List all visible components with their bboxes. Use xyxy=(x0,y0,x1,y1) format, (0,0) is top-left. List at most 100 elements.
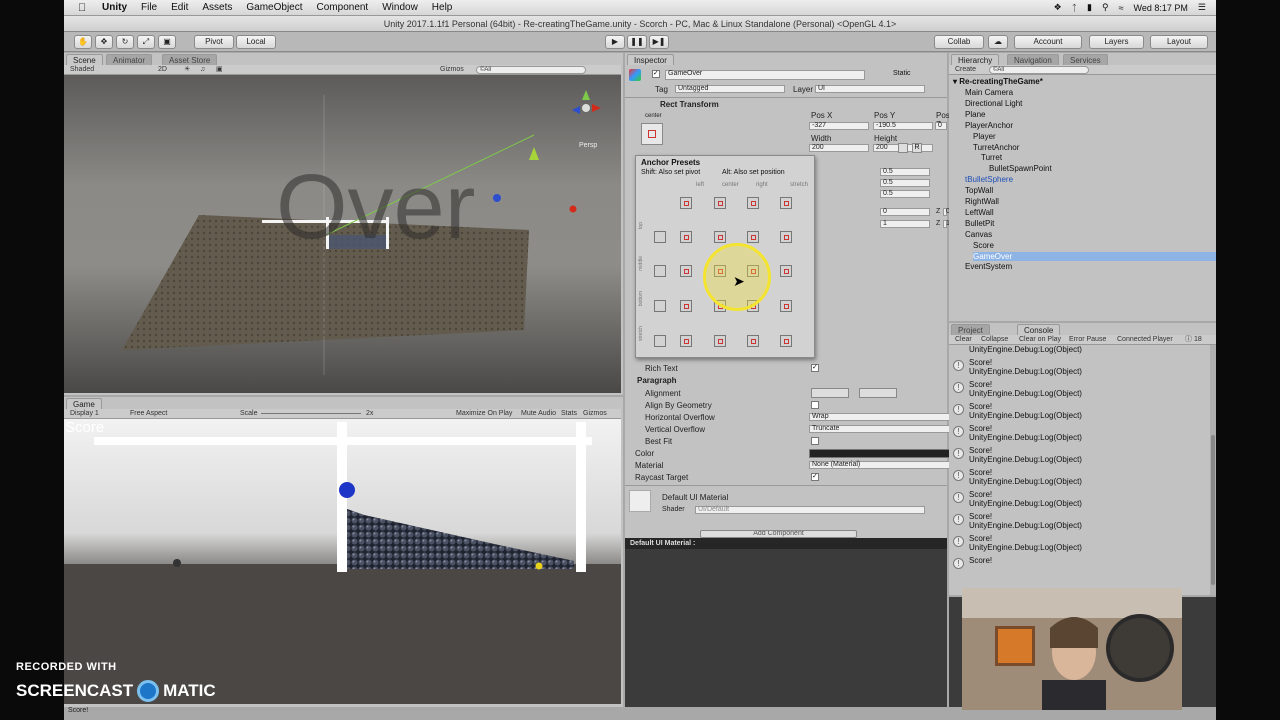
console-entry[interactable]: ! Score! UnityEngine.Debug:Log(Object) xyxy=(949,444,1209,466)
menu-help[interactable]: Help xyxy=(432,2,453,13)
pivot-toggle[interactable]: Pivot xyxy=(194,35,234,49)
wifi-icon[interactable]: ≈ xyxy=(1119,3,1124,13)
rich-text-checkbox[interactable]: ✓ xyxy=(811,364,819,372)
battery-icon[interactable]: ▮ xyxy=(1087,2,1092,13)
clock[interactable]: Wed 8:17 PM xyxy=(1134,3,1188,13)
hierarchy-item[interactable]: BulletSpawnPoint xyxy=(989,164,1052,173)
hierarchy-item[interactable]: Turret xyxy=(981,153,1002,162)
anchor-preset-cell[interactable] xyxy=(674,259,700,285)
scale-z-field[interactable]: 1 xyxy=(943,220,950,228)
hierarchy-item[interactable]: RightWall xyxy=(965,197,999,206)
hierarchy-item[interactable]: Player xyxy=(973,132,996,141)
anchor-max-y-field[interactable]: 0.5 xyxy=(880,179,930,187)
hierarchy-item[interactable]: TurretAnchor xyxy=(973,143,1019,152)
hierarchy-item[interactable]: Plane xyxy=(965,110,985,119)
console-entry[interactable]: ! Score! UnityEngine.Debug:Log(Object) xyxy=(949,400,1209,422)
console-entry-partial[interactable]: UnityEngine.Debug:Log(Object) xyxy=(969,345,1082,354)
hierarchy-item[interactable]: Main Camera xyxy=(965,88,1013,97)
step-button[interactable]: ▶❚ xyxy=(649,35,669,49)
hierarchy-item[interactable]: BulletPit xyxy=(965,219,994,228)
tab-inspector[interactable]: Inspector xyxy=(627,54,674,65)
console-entry[interactable]: ! Score! UnityEngine.Debug:Log(Object) xyxy=(949,510,1209,532)
scale-slider[interactable] xyxy=(261,413,361,414)
aspect-dropdown[interactable]: Free Aspect xyxy=(130,409,167,419)
console-entry[interactable]: ! Score! UnityEngine.Debug:Log(Object) xyxy=(949,378,1209,400)
active-checkbox[interactable]: ✓ xyxy=(652,70,660,78)
anchor-preset-cell[interactable] xyxy=(708,329,734,355)
hierarchy-item[interactable]: LeftWall xyxy=(965,208,994,217)
raw-edit-button[interactable]: R xyxy=(912,143,922,153)
effects-icon[interactable]: ▣ xyxy=(216,65,223,75)
width-field[interactable]: 200 xyxy=(809,144,869,152)
console-entry[interactable]: ! Score! UnityEngine.Debug:Log(Object) xyxy=(949,488,1209,510)
dropbox-icon[interactable]: ❖ xyxy=(1054,2,1062,13)
scene-viewport[interactable]: Over Persp xyxy=(64,75,621,393)
rotation-z-field[interactable]: 0 xyxy=(943,208,950,216)
scale-y-field[interactable]: 1 xyxy=(880,220,930,228)
static-toggle[interactable]: Static xyxy=(893,70,911,77)
local-toggle[interactable]: Local xyxy=(236,35,276,49)
mode-2d-toggle[interactable]: 2D xyxy=(158,65,167,75)
tab-scene[interactable]: Scene xyxy=(66,54,103,65)
hierarchy-item[interactable]: Score xyxy=(973,241,994,250)
posz-field[interactable]: 0 xyxy=(935,122,947,130)
vertical-alignment-buttons[interactable] xyxy=(859,388,897,398)
rotate-tool-icon[interactable]: ↻ xyxy=(116,35,134,49)
log-count-badge[interactable]: ⓘ 18 xyxy=(1185,335,1202,345)
hierarchy-search-input[interactable]: ©All xyxy=(989,66,1089,74)
anchor-preset-cell[interactable] xyxy=(708,191,734,217)
rect-tool-icon[interactable]: ▣ xyxy=(158,35,176,49)
anchor-preset-cell[interactable] xyxy=(741,329,767,355)
anchor-preset-cell[interactable] xyxy=(648,294,674,320)
game-gizmos-dropdown[interactable]: Gizmos xyxy=(583,409,607,419)
error-pause-toggle[interactable]: Error Pause xyxy=(1069,335,1106,345)
anchor-preset-cell[interactable] xyxy=(674,225,700,251)
anchor-preset-cell[interactable] xyxy=(674,191,700,217)
menu-window[interactable]: Window xyxy=(382,2,418,13)
tab-game[interactable]: Game xyxy=(66,398,102,409)
scale-tool-icon[interactable]: ⤢ xyxy=(137,35,155,49)
anchor-preset-cell[interactable] xyxy=(774,294,800,320)
account-dropdown[interactable]: Account xyxy=(1014,35,1082,49)
anchor-preset-button[interactable] xyxy=(641,123,663,145)
tab-asset-store[interactable]: Asset Store xyxy=(162,54,218,65)
collapse-toggle[interactable]: Collapse xyxy=(981,335,1008,345)
posx-field[interactable]: -327 xyxy=(809,122,869,130)
posy-field[interactable]: -190.5 xyxy=(873,122,933,130)
layout-dropdown[interactable]: Layout xyxy=(1150,35,1208,49)
console-entry[interactable]: ! Score! UnityEngine.Debug:Log(Object) xyxy=(949,466,1209,488)
menu-edit[interactable]: Edit xyxy=(171,2,188,13)
gizmos-dropdown[interactable]: Gizmos xyxy=(440,65,464,75)
tab-console[interactable]: Console xyxy=(1017,324,1061,335)
hierarchy-item[interactable]: EventSystem xyxy=(965,262,1012,271)
anchor-preset-cell[interactable] xyxy=(774,225,800,251)
add-component-button[interactable]: Add Component xyxy=(700,530,857,538)
move-tool-icon[interactable]: ✥ xyxy=(95,35,113,49)
scene-search-input[interactable]: ©All xyxy=(476,66,586,74)
shader-dropdown[interactable]: UI/Default xyxy=(695,506,925,514)
menu-component[interactable]: Component xyxy=(317,2,369,13)
pivot-y-field[interactable]: 0.5 xyxy=(880,190,930,198)
hierarchy-item[interactable]: Canvas xyxy=(965,230,992,239)
raycast-checkbox[interactable]: ✓ xyxy=(811,473,819,481)
anchor-preset-cell[interactable] xyxy=(674,329,700,355)
align-geometry-checkbox[interactable] xyxy=(811,401,819,409)
best-fit-checkbox[interactable] xyxy=(811,437,819,445)
anchor-preset-cell[interactable] xyxy=(648,259,674,285)
create-dropdown[interactable]: Create xyxy=(955,65,976,75)
rotation-y-field[interactable]: 0 xyxy=(880,208,930,216)
menu-assets[interactable]: Assets xyxy=(202,2,232,13)
console-entry[interactable]: ! Score! xyxy=(949,554,1209,576)
collab-dropdown[interactable]: Collab xyxy=(934,35,984,49)
blueprint-button[interactable] xyxy=(898,143,908,153)
hierarchy-item[interactable]: GameOver xyxy=(973,251,1216,261)
display-dropdown[interactable]: Display 1 xyxy=(70,409,99,419)
bluetooth-icon[interactable]: ᛏ xyxy=(1072,3,1077,13)
clear-on-play-toggle[interactable]: Clear on Play xyxy=(1019,335,1061,345)
hierarchy-item[interactable]: Directional Light xyxy=(965,99,1022,108)
tag-dropdown[interactable]: Untagged xyxy=(675,85,785,93)
maximize-on-play-toggle[interactable]: Maximize On Play xyxy=(456,409,512,419)
preview-title[interactable]: Default UI Material : xyxy=(625,538,947,549)
console-scrollbar[interactable] xyxy=(1210,345,1216,595)
layers-dropdown[interactable]: Layers xyxy=(1089,35,1144,49)
